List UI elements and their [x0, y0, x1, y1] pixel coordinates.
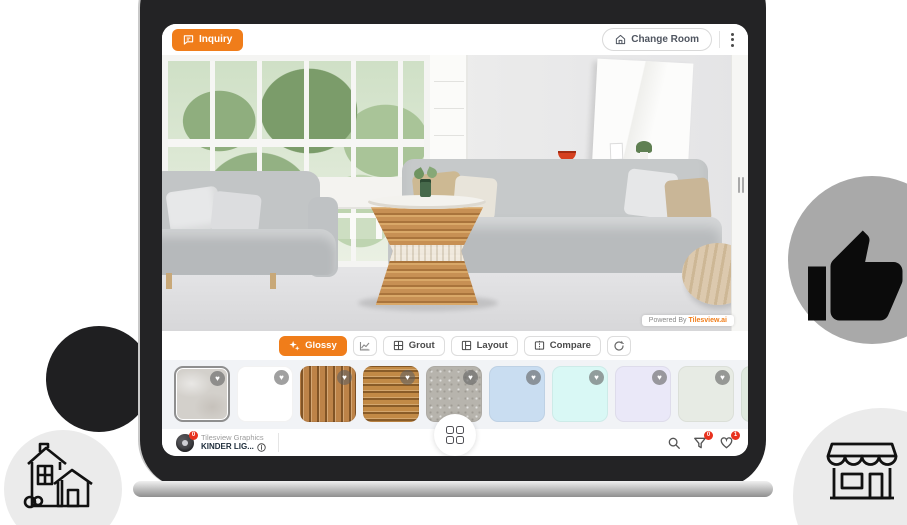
home-icon [615, 34, 626, 45]
divider [278, 433, 279, 452]
bottom-bar: 0 Tilesview Graphics KINDER LIG... [162, 429, 748, 456]
tool-bar: Glossy Grout [162, 331, 748, 360]
search-icon[interactable] [667, 436, 681, 450]
product-label: KINDER LIG... [201, 442, 254, 452]
favorite-icon[interactable]: ♥ [400, 370, 415, 385]
shop-icon [822, 430, 902, 506]
filter-icon[interactable]: 0 [693, 436, 707, 450]
favorite-icon[interactable]: ♥ [526, 370, 541, 385]
catalog-grid-button[interactable] [434, 414, 476, 456]
refresh-icon [613, 340, 625, 352]
favorite-icon[interactable]: ♥ [652, 370, 667, 385]
thumbs-up-icon [799, 226, 907, 334]
compare-button[interactable]: Compare [524, 336, 601, 356]
tile-swatch-wood-plank-vertical[interactable]: ♥ [300, 366, 356, 422]
grout-label: Grout [409, 340, 435, 351]
info-icon[interactable] [257, 443, 266, 452]
compare-label: Compare [550, 340, 591, 351]
room-image: Powered By Tilesview.ai [162, 55, 748, 331]
tile-swatch-mint-cyan[interactable]: ♥ [552, 366, 608, 422]
favorite-icon[interactable]: ♥ [463, 370, 478, 385]
favorite-icon[interactable]: ♥ [589, 370, 604, 385]
change-room-button[interactable]: Change Room [602, 28, 712, 51]
logo-badge: 0 [189, 431, 198, 440]
company-name: Tilesview Graphics [201, 433, 266, 442]
layout-icon [461, 340, 472, 351]
grout-grid-icon [393, 340, 404, 351]
tile-swatch-pale-lavender[interactable]: ♥ [615, 366, 671, 422]
layout-button[interactable]: Layout [451, 336, 518, 356]
sparkle-icon [289, 340, 300, 351]
tile-swatch-grey-marble[interactable]: ♥ [174, 366, 230, 422]
decor-circle-dark [46, 326, 152, 432]
grout-button[interactable]: Grout [383, 336, 445, 356]
menu-kebab-icon[interactable] [727, 30, 738, 50]
inquiry-label: Inquiry [199, 34, 232, 45]
inquiry-button[interactable]: Inquiry [172, 29, 243, 51]
tablet-frame: Inquiry Change Room [138, 0, 766, 488]
chart-icon [359, 340, 371, 352]
grid-icon [446, 426, 465, 445]
top-bar: Inquiry Change Room [162, 24, 748, 55]
app-screen: Inquiry Change Room [162, 24, 748, 456]
favorite-icon[interactable]: ♥ [337, 370, 352, 385]
reset-button[interactable] [607, 336, 631, 356]
product-name[interactable]: KINDER LIG... [201, 442, 266, 452]
filter-badge: 0 [704, 431, 713, 440]
page: Inquiry Change Room [0, 0, 907, 525]
house-icon [20, 440, 104, 516]
tile-swatch-plain-white[interactable]: ♥ [237, 366, 293, 422]
layout-label: Layout [477, 340, 508, 351]
favorite-icon[interactable]: ♥ [715, 370, 730, 385]
tile-swatch-wood-plank-horizontal[interactable]: ♥ [363, 366, 419, 422]
wishlist-badge: 1 [731, 431, 740, 440]
divider [719, 31, 720, 48]
watermark: Powered By Tilesview.ai [642, 315, 734, 326]
change-room-label: Change Room [631, 34, 699, 45]
shade-chart-button[interactable] [353, 336, 377, 356]
tile-swatch-powder-blue[interactable]: ♥ [489, 366, 545, 422]
tile-swatch-pale-green[interactable]: ♥ [741, 366, 748, 422]
wishlist-heart-icon[interactable]: 1 [719, 436, 734, 450]
sofa-left-illustration [162, 171, 346, 297]
tile-swatch-pale-sage[interactable]: ♥ [678, 366, 734, 422]
watermark-brand: Tilesview.ai [688, 317, 727, 324]
favorite-icon[interactable]: ♥ [210, 371, 225, 386]
compare-icon [534, 340, 545, 351]
favorite-icon[interactable]: ♥ [274, 370, 289, 385]
glossy-button[interactable]: Glossy [279, 336, 347, 356]
brand-logo[interactable]: 0 [176, 434, 194, 452]
glossy-label: Glossy [305, 340, 337, 351]
resize-handle[interactable] [738, 177, 744, 193]
chat-icon [183, 34, 194, 45]
